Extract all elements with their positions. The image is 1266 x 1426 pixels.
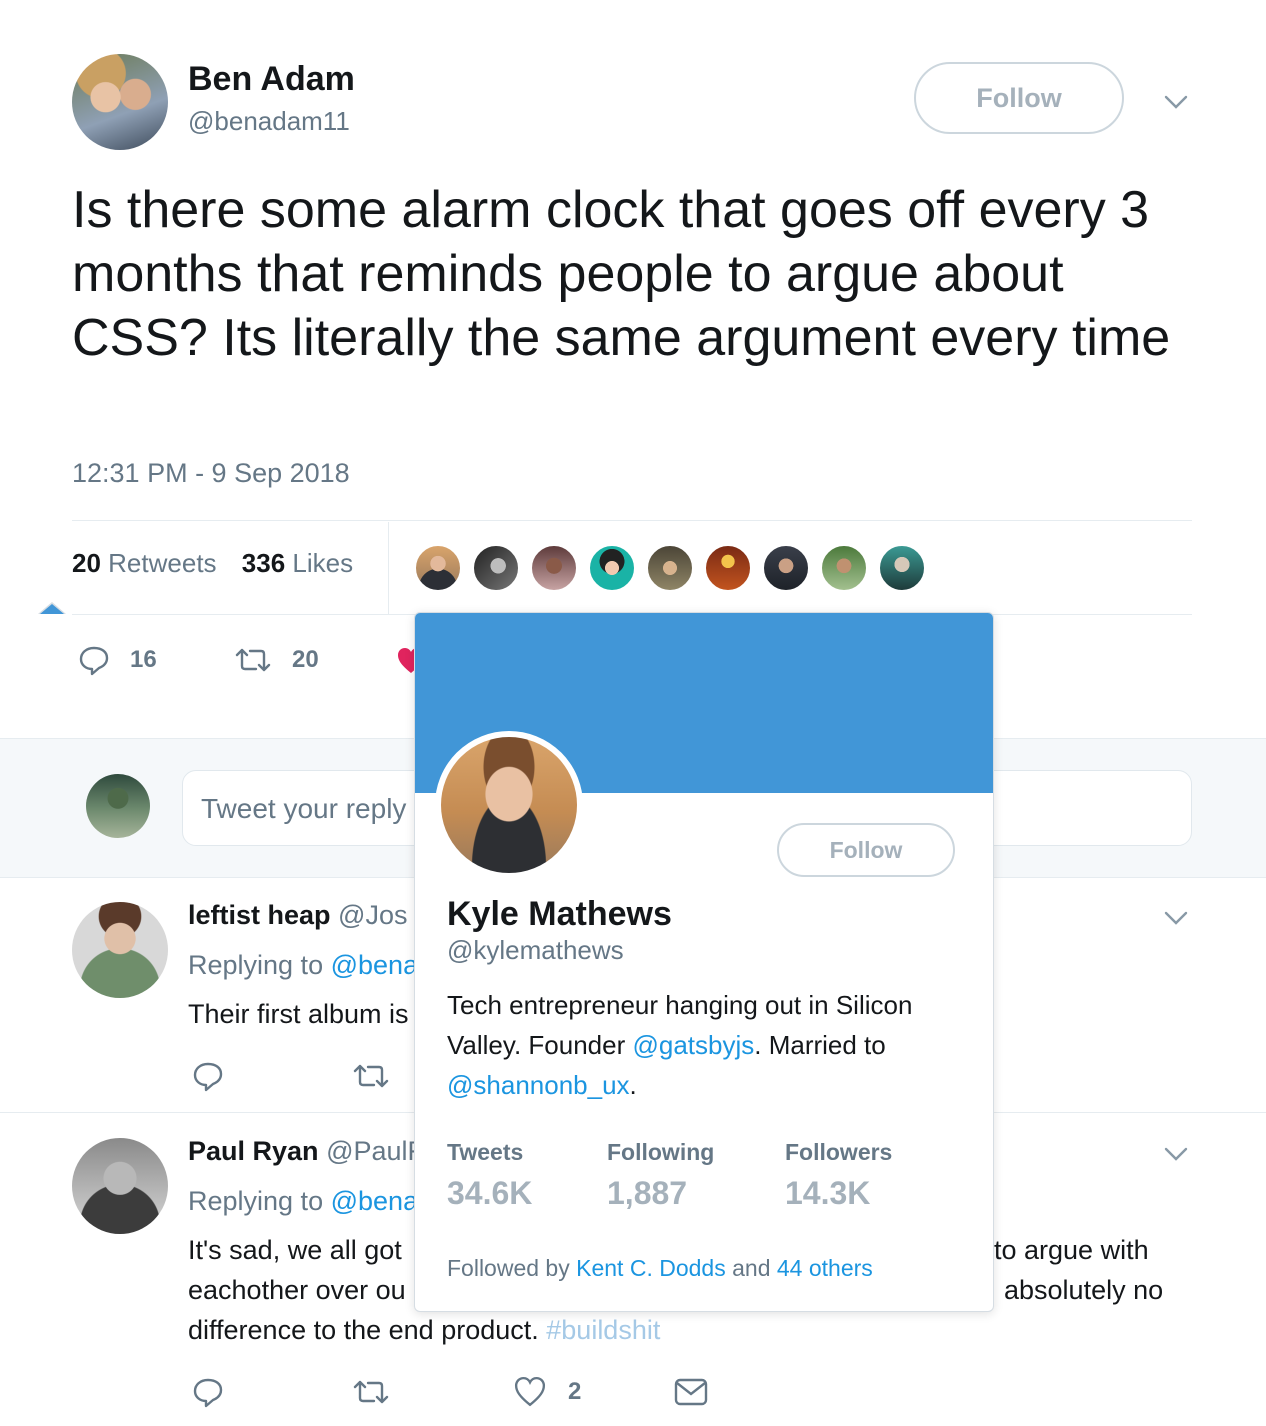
direct-message-icon[interactable] — [674, 1378, 708, 1406]
replying-to-handle[interactable]: @bena — [331, 1186, 418, 1216]
chevron-down-icon[interactable] — [1162, 88, 1190, 116]
liker-avatar[interactable] — [820, 544, 868, 592]
reply-avatar[interactable] — [72, 1138, 168, 1234]
replying-to-label: Replying to — [188, 1186, 324, 1216]
retweet-action[interactable]: 20 — [234, 644, 319, 676]
current-user-avatar[interactable] — [86, 774, 150, 838]
tweet-timestamp[interactable]: 12:31 PM - 9 Sep 2018 — [72, 458, 350, 489]
tweet-text: Is there some alarm clock that goes off … — [72, 181, 1171, 367]
reply-icon[interactable] — [192, 1060, 224, 1092]
chevron-down-icon[interactable] — [1162, 1140, 1190, 1168]
gatsbyjs-link[interactable]: @gatsbyjs — [632, 1030, 754, 1060]
followed-by-others-link[interactable]: 44 others — [777, 1255, 873, 1281]
liker-avatar[interactable] — [588, 544, 636, 592]
bio-line: @shannonb_ux. — [447, 1065, 977, 1105]
liker-avatar[interactable] — [762, 544, 810, 592]
reply-author-handle: @PaulF — [326, 1136, 425, 1166]
followed-by: Followed by Kent C. Dodds and 44 others — [447, 1255, 873, 1282]
profile-name[interactable]: Kyle Mathews — [447, 895, 672, 934]
heart-icon — [514, 1376, 546, 1407]
chevron-down-icon[interactable] — [1162, 904, 1190, 932]
reply-text-line: eachother over ou — [188, 1275, 406, 1305]
retweets-stat[interactable]: 20 Retweets — [72, 548, 217, 578]
reply-author-name: Paul Ryan — [188, 1136, 319, 1166]
liker-avatar[interactable] — [646, 544, 694, 592]
liker-avatar[interactable] — [414, 544, 462, 592]
bio-text: . Married to — [754, 1030, 886, 1060]
followed-by-and: and — [725, 1255, 777, 1281]
following-stat-value[interactable]: 1,887 — [607, 1175, 687, 1212]
liker-avatar[interactable] — [704, 544, 752, 592]
reply-icon[interactable] — [192, 1376, 224, 1408]
reply-text-line: It's sad, we all got — [188, 1235, 402, 1265]
shannonb-link[interactable]: @shannonb_ux — [447, 1070, 630, 1100]
following-stat-label[interactable]: Following — [607, 1139, 714, 1166]
card-follow-button[interactable]: Follow — [777, 823, 955, 877]
reply-author-name: leftist heap — [188, 900, 331, 930]
followers-stat-label[interactable]: Followers — [785, 1139, 892, 1166]
retweet-count: 20 — [292, 646, 319, 673]
bio-text: Valley. Founder — [447, 1030, 633, 1060]
followed-by-prefix: Followed by — [447, 1255, 577, 1281]
divider — [72, 520, 1192, 521]
retweet-icon[interactable] — [352, 1376, 390, 1408]
profile-handle[interactable]: @kylemathews — [447, 935, 624, 966]
retweet-icon[interactable] — [352, 1060, 390, 1092]
hashtag-link[interactable]: #buildshit — [546, 1315, 660, 1345]
bio-line: Tech entrepreneur hanging out in Silicon — [447, 990, 913, 1020]
profile-hover-card: Follow Kyle Mathews @kylemathews Tech en… — [414, 612, 994, 1312]
bio-line: Valley. Founder @gatsbyjs. Married to — [447, 1025, 977, 1065]
liker-avatar[interactable] — [878, 544, 926, 592]
likes-count: 336 — [241, 548, 286, 578]
author-handle[interactable]: @benadam11 — [188, 106, 350, 137]
reply-action[interactable]: 16 — [78, 644, 157, 676]
replying-to-label: Replying to — [188, 950, 324, 980]
liker-avatar[interactable] — [530, 544, 578, 592]
profile-avatar[interactable] — [435, 731, 583, 879]
reply-author[interactable]: leftist heap @Jos — [188, 900, 407, 931]
replying-to: Replying to @bena — [188, 1186, 418, 1217]
card-pointer — [40, 604, 64, 614]
profile-bio: Tech entrepreneur hanging out in Silicon… — [447, 985, 977, 1105]
tweet-stats: 20 Retweets 336 Likes — [72, 548, 353, 579]
tweets-stat-value[interactable]: 34.6K — [447, 1175, 532, 1212]
reply-icon — [79, 646, 109, 676]
likes-stat[interactable]: 336 Likes — [242, 548, 353, 578]
reply-text-line: to argue with — [994, 1235, 1149, 1265]
reply-author-handle: @Jos — [338, 900, 408, 930]
reply-avatar[interactable] — [72, 902, 168, 998]
stats-divider — [388, 522, 389, 614]
reply-text-segment: difference to the end product. — [188, 1315, 539, 1345]
author-name[interactable]: Ben Adam — [188, 60, 355, 99]
replying-to-handle[interactable]: @bena — [331, 950, 418, 980]
like-count: 2 — [568, 1378, 582, 1405]
reply-text-line: difference to the end product. #buildshi… — [188, 1310, 660, 1350]
retweet-icon — [235, 648, 271, 672]
likes-label: Likes — [292, 548, 354, 578]
author-avatar[interactable] — [72, 54, 168, 150]
tweets-stat-label[interactable]: Tweets — [447, 1139, 523, 1166]
liker-avatar[interactable] — [472, 544, 520, 592]
retweets-label: Retweets — [108, 548, 217, 578]
reply-author[interactable]: Paul Ryan @PaulF — [188, 1136, 424, 1167]
replying-to: Replying to @bena — [188, 950, 418, 981]
reply-count: 16 — [130, 646, 157, 673]
bio-text: . — [629, 1070, 637, 1100]
like-action[interactable]: 2 — [514, 1376, 581, 1408]
follow-button[interactable]: Follow — [914, 62, 1124, 134]
retweets-count: 20 — [72, 548, 101, 578]
followers-stat-value[interactable]: 14.3K — [785, 1175, 870, 1212]
followed-by-user-link[interactable]: Kent C. Dodds — [576, 1255, 726, 1281]
reply-text-line: absolutely no — [1004, 1275, 1164, 1305]
reply-text: Their first album is — [188, 999, 409, 1029]
